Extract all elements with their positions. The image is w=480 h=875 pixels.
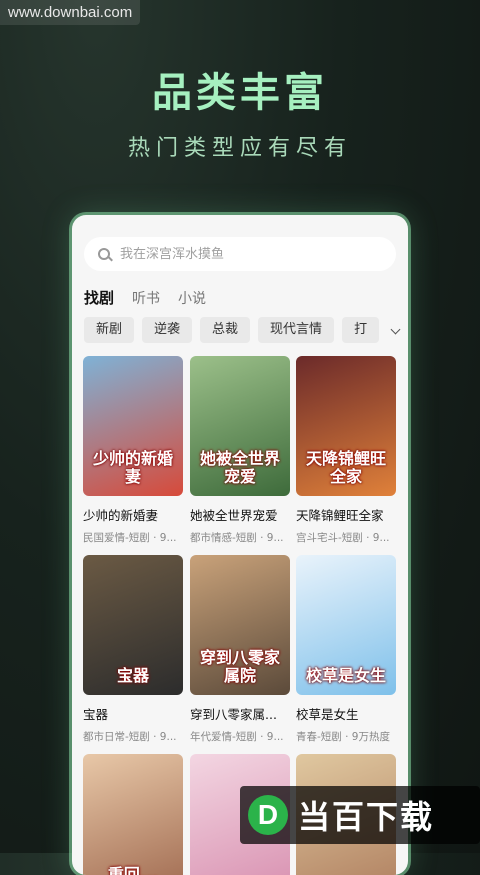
- drama-poster: 重回...: [83, 754, 183, 875]
- drama-meta: 都市情感-短剧 · 9...: [190, 532, 284, 544]
- logo-text: 当百下载: [298, 798, 435, 836]
- chip-more-partial[interactable]: 打: [342, 317, 380, 343]
- poster-title: 校草是女生: [305, 666, 386, 685]
- search-input[interactable]: [118, 245, 382, 263]
- poster-title: 她被全世界宠爱: [199, 449, 280, 486]
- chip-comeback[interactable]: 逆袭: [142, 317, 193, 343]
- poster-title: 穿到八零家属院: [199, 648, 280, 685]
- chip-new[interactable]: 新剧: [84, 317, 135, 343]
- poster-title: 少帅的新婚妻: [92, 449, 173, 486]
- drama-card[interactable]: 少帅的新婚妻 少帅的新婚妻 民国爱情-短剧 · 9...: [83, 356, 183, 545]
- headline: 品类丰富: [152, 70, 328, 116]
- subheadline: 热门类型应有尽有: [127, 136, 352, 161]
- search-icon: [98, 248, 110, 260]
- drama-title: 穿到八零家属...: [190, 707, 277, 722]
- search-bar[interactable]: [84, 237, 396, 271]
- chip-ceo[interactable]: 总裁: [200, 317, 251, 343]
- drama-title: 她被全世界宠爱: [190, 508, 278, 523]
- drama-card[interactable]: 天降锦鲤旺全家 天降锦鲤旺全家 宫斗宅斗-短剧 · 9...: [296, 356, 396, 545]
- expand-genres-button[interactable]: [382, 317, 408, 345]
- drama-poster: 她被全世界宠爱: [190, 356, 290, 496]
- logo-mark-icon: D: [248, 795, 288, 835]
- tab-audiobooks[interactable]: 听书: [132, 288, 160, 308]
- poster-title: 宝器: [116, 666, 149, 685]
- drama-title: 少帅的新婚妻: [83, 508, 159, 523]
- drama-poster: 宝器: [83, 555, 183, 695]
- drama-card[interactable]: 她被全世界宠爱 她被全世界宠爱 都市情感-短剧 · 9...: [190, 356, 290, 545]
- app-preview-card: 找剧 听书 小说 新剧 逆袭 总裁 现代言情 打 少帅的新婚妻 少帅的新婚妻 民…: [72, 215, 408, 875]
- drama-meta: 都市日常-短剧 · 9...: [83, 731, 177, 743]
- drama-meta: 宫斗宅斗-短剧 · 9...: [296, 532, 390, 544]
- poster-title: 重回...: [107, 865, 159, 875]
- drama-poster: 少帅的新婚妻: [83, 356, 183, 496]
- chevron-down-icon: [390, 324, 400, 334]
- drama-card[interactable]: 重回...: [83, 754, 183, 875]
- drama-title: 校草是女生: [296, 707, 359, 722]
- poster-title: 天降锦鲤旺全家: [305, 449, 386, 486]
- drama-meta: 民国爱情-短剧 · 9...: [83, 532, 177, 544]
- drama-card[interactable]: 校草是女生 校草是女生 青春-短剧 · 9万热度: [296, 555, 396, 744]
- chip-modern-romance[interactable]: 现代言情: [258, 317, 335, 343]
- drama-meta: 年代爱情-短剧 · 9...: [190, 731, 284, 743]
- drama-poster: 校草是女生: [296, 555, 396, 695]
- drama-card[interactable]: 穿到八零家属院 穿到八零家属... 年代爱情-短剧 · 9...: [190, 555, 290, 744]
- drama-title: 宝器: [83, 707, 109, 722]
- genre-chip-row: 新剧 逆袭 总裁 现代言情 打: [84, 317, 408, 345]
- site-logo-watermark: D 当百下载: [240, 786, 480, 844]
- tab-dramas[interactable]: 找剧: [84, 287, 114, 308]
- drama-card[interactable]: 宝器 宝器 都市日常-短剧 · 9...: [83, 555, 183, 744]
- category-tabs: 找剧 听书 小说: [84, 287, 206, 308]
- tab-novels[interactable]: 小说: [178, 288, 206, 308]
- watermark: www.downbai.com: [0, 0, 141, 25]
- drama-poster: 穿到八零家属院: [190, 555, 290, 695]
- drama-poster: 天降锦鲤旺全家: [296, 356, 396, 496]
- drama-title: 天降锦鲤旺全家: [296, 508, 384, 523]
- drama-meta: 青春-短剧 · 9万热度: [296, 731, 390, 743]
